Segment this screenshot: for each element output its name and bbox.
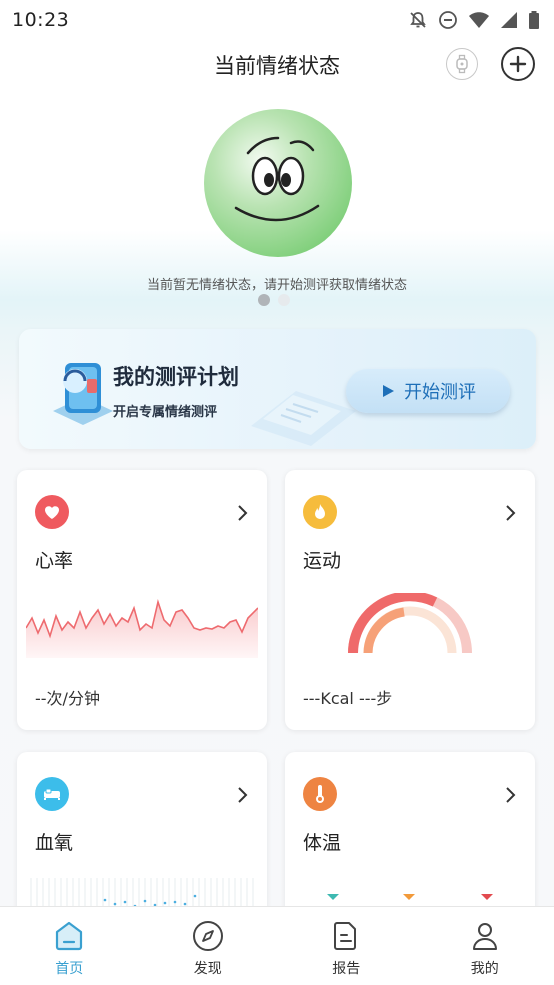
fire-icon: [315, 504, 325, 519]
add-icon: [509, 55, 527, 73]
carousel-indicator: [258, 294, 290, 306]
exercise-gauge: [348, 593, 472, 654]
nav-item-discover[interactable]: 发现: [139, 907, 278, 985]
banner-subtitle: 开启专属情绪测评: [113, 405, 218, 420]
smiling-face-icon: [204, 109, 352, 257]
emotion-face[interactable]: [203, 108, 353, 258]
chevron-right-icon[interactable]: [237, 786, 249, 804]
status-bar: 10:23: [0, 0, 554, 40]
heart-rate-card[interactable]: 心率 --次/分钟: [17, 470, 267, 730]
exercise-value: ---Kcal ---步: [303, 689, 393, 708]
wifi-icon: [469, 12, 489, 28]
exercise-card[interactable]: 运动 ---Kcal ---步: [285, 470, 535, 730]
heart-rate-value: --次/分钟: [35, 689, 100, 708]
chevron-right-icon[interactable]: [505, 786, 517, 804]
watch-icon: [456, 54, 468, 74]
status-icons: [408, 10, 540, 30]
assessment-plan-banner[interactable]: 我的测评计划 开启专属情绪测评 开始测评: [19, 329, 536, 449]
nav-label-discover: 发现: [193, 961, 222, 977]
thermometer-icon: [316, 785, 324, 803]
carousel-dot-1[interactable]: [258, 294, 270, 306]
do-not-disturb-icon: [439, 11, 457, 29]
banner-title: 我的测评计划: [113, 365, 239, 389]
header: 当前情绪状态: [0, 42, 554, 86]
home-icon: [56, 921, 83, 951]
compass-icon: [192, 921, 223, 951]
carousel-dot-2[interactable]: [278, 294, 290, 306]
heart-icon: [45, 506, 59, 519]
profile-icon: [472, 923, 497, 950]
signal-icon: [501, 12, 517, 28]
document-illustration: [251, 391, 356, 446]
start-assessment-label: 开始测评: [404, 382, 476, 403]
watch-button[interactable]: [446, 48, 478, 80]
nav-label-home: 首页: [55, 961, 84, 977]
bed-icon: [44, 788, 60, 800]
temperature-title: 体温: [303, 832, 342, 854]
add-button[interactable]: [501, 47, 535, 81]
bed-icon-badge: [35, 777, 69, 811]
battery-icon: [529, 11, 539, 29]
nav-label-profile: 我的: [470, 961, 499, 977]
blood-oxygen-title: 血氧: [35, 832, 74, 854]
bell-off-icon: [410, 12, 426, 28]
heart-icon-badge: [35, 495, 69, 529]
heart-rate-wave: [26, 599, 258, 658]
emotion-hint: 当前暂无情绪状态，请开始测评获取情绪状态: [146, 278, 407, 293]
thermometer-icon-badge: [303, 777, 337, 811]
status-time: 10:23: [12, 9, 70, 31]
start-assessment-button[interactable]: 开始测评: [346, 369, 510, 413]
nav-item-report[interactable]: 报告: [277, 907, 416, 985]
exercise-title: 运动: [303, 550, 342, 572]
fire-icon-badge: [303, 495, 337, 529]
nav-label-report: 报告: [332, 961, 361, 977]
play-icon: [383, 385, 394, 397]
assessment-illustration: [53, 363, 113, 425]
heart-rate-title: 心率: [35, 550, 74, 572]
nav-item-profile[interactable]: 我的: [416, 907, 554, 985]
nav-item-home[interactable]: 首页: [0, 907, 139, 985]
chevron-right-icon[interactable]: [505, 504, 517, 522]
report-icon: [334, 922, 357, 950]
bottom-nav: 首页 发现 报告 我的: [0, 906, 554, 985]
chevron-right-icon[interactable]: [237, 504, 249, 522]
